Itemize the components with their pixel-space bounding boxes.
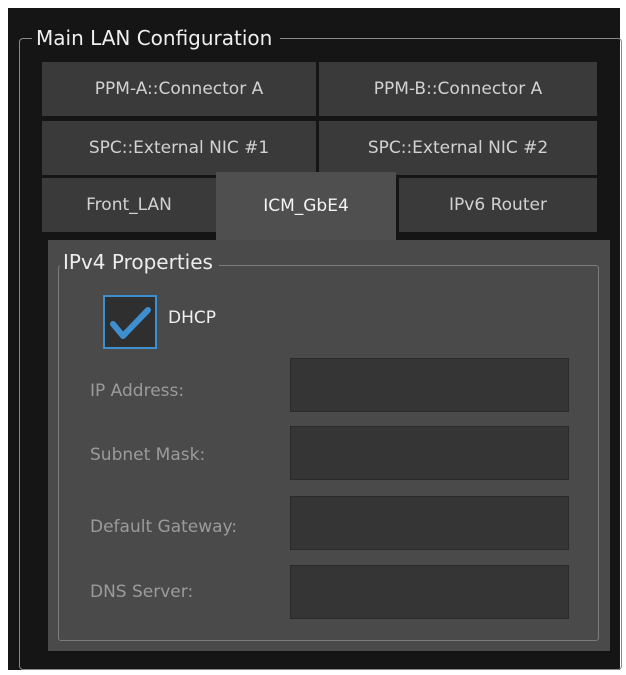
tab-ipv6-router[interactable]: IPv6 Router xyxy=(399,178,597,232)
tab-spc-external-nic-2[interactable]: SPC::External NIC #2 xyxy=(319,121,597,175)
tab-ppm-a-connector-a[interactable]: PPM-A::Connector A xyxy=(42,62,316,116)
main-lan-title: Main LAN Configuration xyxy=(32,26,281,50)
tab-ppm-b-connector-a[interactable]: PPM-B::Connector A xyxy=(319,62,597,116)
default-gateway-label: Default Gateway: xyxy=(90,517,238,537)
tab-front-lan[interactable]: Front_LAN xyxy=(42,178,216,232)
ip-address-field[interactable] xyxy=(290,358,569,412)
subnet-mask-field[interactable] xyxy=(290,426,569,480)
main-lan-configuration-panel: Main LAN Configuration PPM-A::Connector … xyxy=(8,8,622,670)
checkmark-icon xyxy=(110,307,151,339)
default-gateway-field[interactable] xyxy=(290,496,569,550)
dhcp-checkbox[interactable] xyxy=(103,295,157,349)
ip-address-label: IP Address: xyxy=(90,381,185,401)
ipv4-properties-title: IPv4 Properties xyxy=(60,250,219,274)
tab-spc-external-nic-1[interactable]: SPC::External NIC #1 xyxy=(42,121,316,175)
dns-server-label: DNS Server: xyxy=(90,582,194,602)
subnet-mask-label: Subnet Mask: xyxy=(90,445,206,465)
tab-content-panel: IPv4 Properties DHCP IP Address: Subnet … xyxy=(48,240,610,651)
dns-server-field[interactable] xyxy=(290,565,569,619)
dhcp-label: DHCP xyxy=(168,308,216,328)
tab-icm-gbe4[interactable]: ICM_GbE4 xyxy=(216,172,396,240)
